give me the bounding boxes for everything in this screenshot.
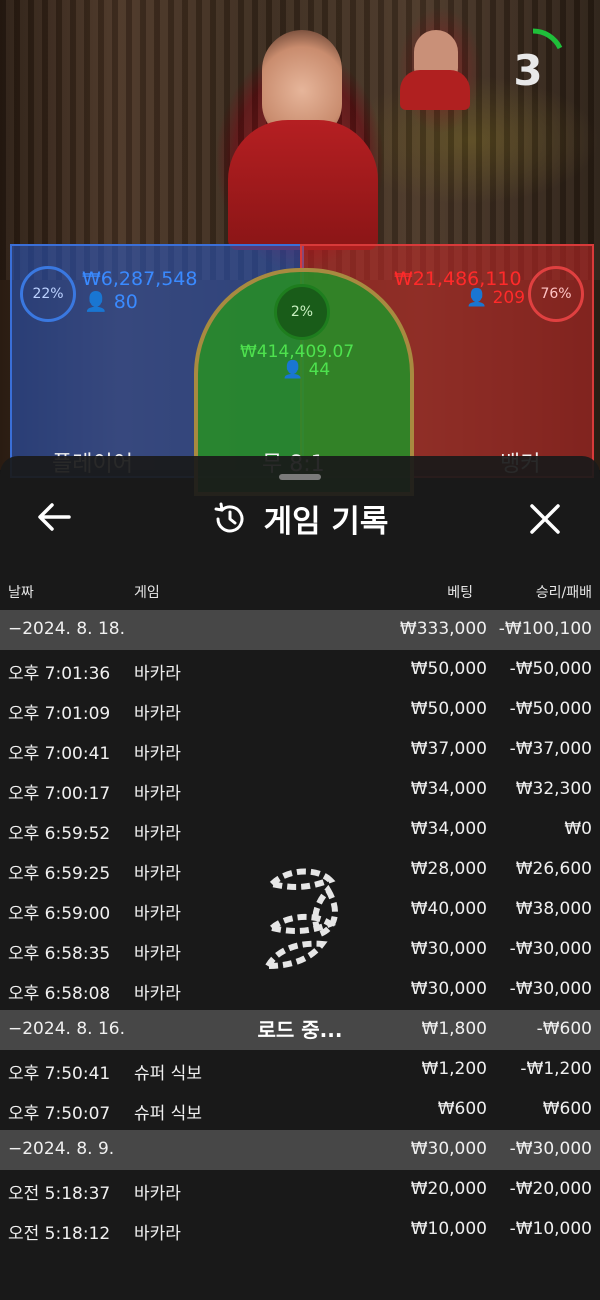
row-bet: ₩333,000 [399,619,487,639]
row-bet: ₩1,200 [421,1059,487,1079]
row-game: 바카라 [134,1184,181,1204]
dealer-secondary-body [400,70,470,110]
history-row[interactable]: 오후 7:01:09 바카라 ₩50,000 -₩50,000 [0,690,600,730]
row-result: ₩26,600 [515,859,592,879]
row-result: -₩10,000 [509,1219,592,1239]
row-bet: ₩30,000 [410,1139,487,1159]
tie-amount: ₩414,409.07 [240,342,355,362]
history-row[interactable]: 오후 6:59:52 바카라 ₩34,000 ₩0 [0,810,600,850]
close-icon[interactable] [528,502,562,536]
row-result: ₩600 [542,1099,592,1119]
person-icon: 👤 [466,288,488,308]
row-result: ₩32,300 [515,779,592,799]
person-icon: 👤 [282,360,304,380]
column-result: 승리/패배 [535,585,592,601]
column-date: 날짜 [8,585,34,601]
row-bet: ₩30,000 [410,979,487,999]
row-bet: ₩28,000 [410,859,487,879]
row-game: 바카라 [134,864,181,884]
date-group-row: −2024. 8. 18. ₩333,000 -₩100,100 [0,610,600,650]
row-bet: ₩50,000 [410,699,487,719]
banker-percent: 76% [528,266,584,322]
row-time: 오후 7:00:17 [8,784,111,804]
row-result: -₩1,200 [520,1059,592,1079]
player-amount: ₩6,287,548 [82,268,198,290]
row-bet: ₩40,000 [410,899,487,919]
row-result: -₩30,000 [509,1139,592,1159]
tie-percent: 2% [274,284,330,340]
history-row[interactable]: 오후 7:50:41 슈퍼 식보 ₩1,200 -₩1,200 [0,1050,600,1090]
row-time: 오후 7:01:36 [8,664,111,684]
row-bet: ₩34,000 [410,779,487,799]
modal-header: 게임 기록 [0,496,600,541]
row-time: 오전 5:18:12 [8,1224,111,1244]
banker-count: 👤 209 [466,288,526,308]
row-game: 바카라 [134,704,181,724]
game-history-modal: 게임 기록 날짜 게임 베팅 승리/패배 −2024. 8. 18. ₩333,0… [0,456,600,1300]
row-bet: ₩20,000 [410,1179,487,1199]
row-game: 바카라 [134,784,181,804]
row-game: 바카라 [134,1224,181,1244]
player-count: 👤 80 [84,291,138,313]
row-result: -₩20,000 [509,1179,592,1199]
row-bet: ₩37,000 [410,739,487,759]
column-game: 게임 [134,585,160,601]
tie-count: 👤 44 [282,360,331,380]
history-row[interactable]: 오후 7:50:07 슈퍼 식보 ₩600 ₩600 [0,1090,600,1130]
date-group-row: −2024. 8. 9. ₩30,000 -₩30,000 [0,1130,600,1170]
row-time: 오후 6:59:52 [8,824,111,844]
row-game: 슈퍼 식보 [134,1064,202,1084]
row-game: 바카라 [134,904,181,924]
banker-amount: ₩21,486,110 [394,268,522,290]
loading-spinner-icon [262,868,338,970]
drag-handle[interactable] [279,474,321,480]
row-bet: ₩50,000 [410,659,487,679]
row-bet: ₩600 [437,1099,487,1119]
row-time: 오후 6:59:25 [8,864,111,884]
history-row[interactable]: 오전 5:18:37 바카라 ₩20,000 -₩20,000 [0,1170,600,1210]
row-date: −2024. 8. 18. [8,619,125,639]
row-result: ₩0 [564,819,592,839]
row-time: 오후 7:50:07 [8,1104,111,1124]
row-result: ₩38,000 [515,899,592,919]
history-row[interactable]: 오후 6:58:08 바카라 ₩30,000 -₩30,000 [0,970,600,1010]
loading-text: 로드 중... [257,1018,343,1042]
row-game: 슈퍼 식보 [134,1104,202,1124]
column-headers: 날짜 게임 베팅 승리/패배 [0,572,600,608]
row-game: 바카라 [134,984,181,1004]
row-game: 바카라 [134,664,181,684]
row-result: -₩50,000 [509,699,592,719]
row-game: 바카라 [134,944,181,964]
row-result: -₩37,000 [509,739,592,759]
history-row[interactable]: 오후 7:00:17 바카라 ₩34,000 ₩32,300 [0,770,600,810]
countdown-timer: 3 [513,46,543,95]
row-time: 오후 6:58:08 [8,984,111,1004]
row-time: 오후 7:50:41 [8,1064,111,1084]
row-date: −2024. 8. 9. [8,1139,115,1159]
row-bet: ₩30,000 [410,939,487,959]
row-result: -₩100,100 [498,619,592,639]
row-time: 오전 5:18:37 [8,1184,111,1204]
row-result: -₩50,000 [509,659,592,679]
modal-title: 게임 기록 [263,504,389,540]
row-game: 바카라 [134,824,181,844]
history-icon [214,502,244,532]
row-time: 오후 6:58:35 [8,944,111,964]
row-result: -₩30,000 [509,979,592,999]
history-row[interactable]: 오후 7:01:36 바카라 ₩50,000 -₩50,000 [0,650,600,690]
row-time: 오후 7:00:41 [8,744,111,764]
person-icon: 👤 [84,291,108,313]
row-result: -₩30,000 [509,939,592,959]
dealer-body [228,120,378,250]
row-bet: ₩34,000 [410,819,487,839]
column-bet: 베팅 [447,585,473,601]
history-row[interactable]: 오후 7:00:41 바카라 ₩37,000 -₩37,000 [0,730,600,770]
row-time: 오후 6:59:00 [8,904,111,924]
player-percent: 22% [20,266,76,322]
row-game: 바카라 [134,744,181,764]
history-row[interactable]: 오전 5:18:12 바카라 ₩10,000 -₩10,000 [0,1210,600,1250]
row-time: 오후 7:01:09 [8,704,111,724]
row-bet: ₩10,000 [410,1219,487,1239]
